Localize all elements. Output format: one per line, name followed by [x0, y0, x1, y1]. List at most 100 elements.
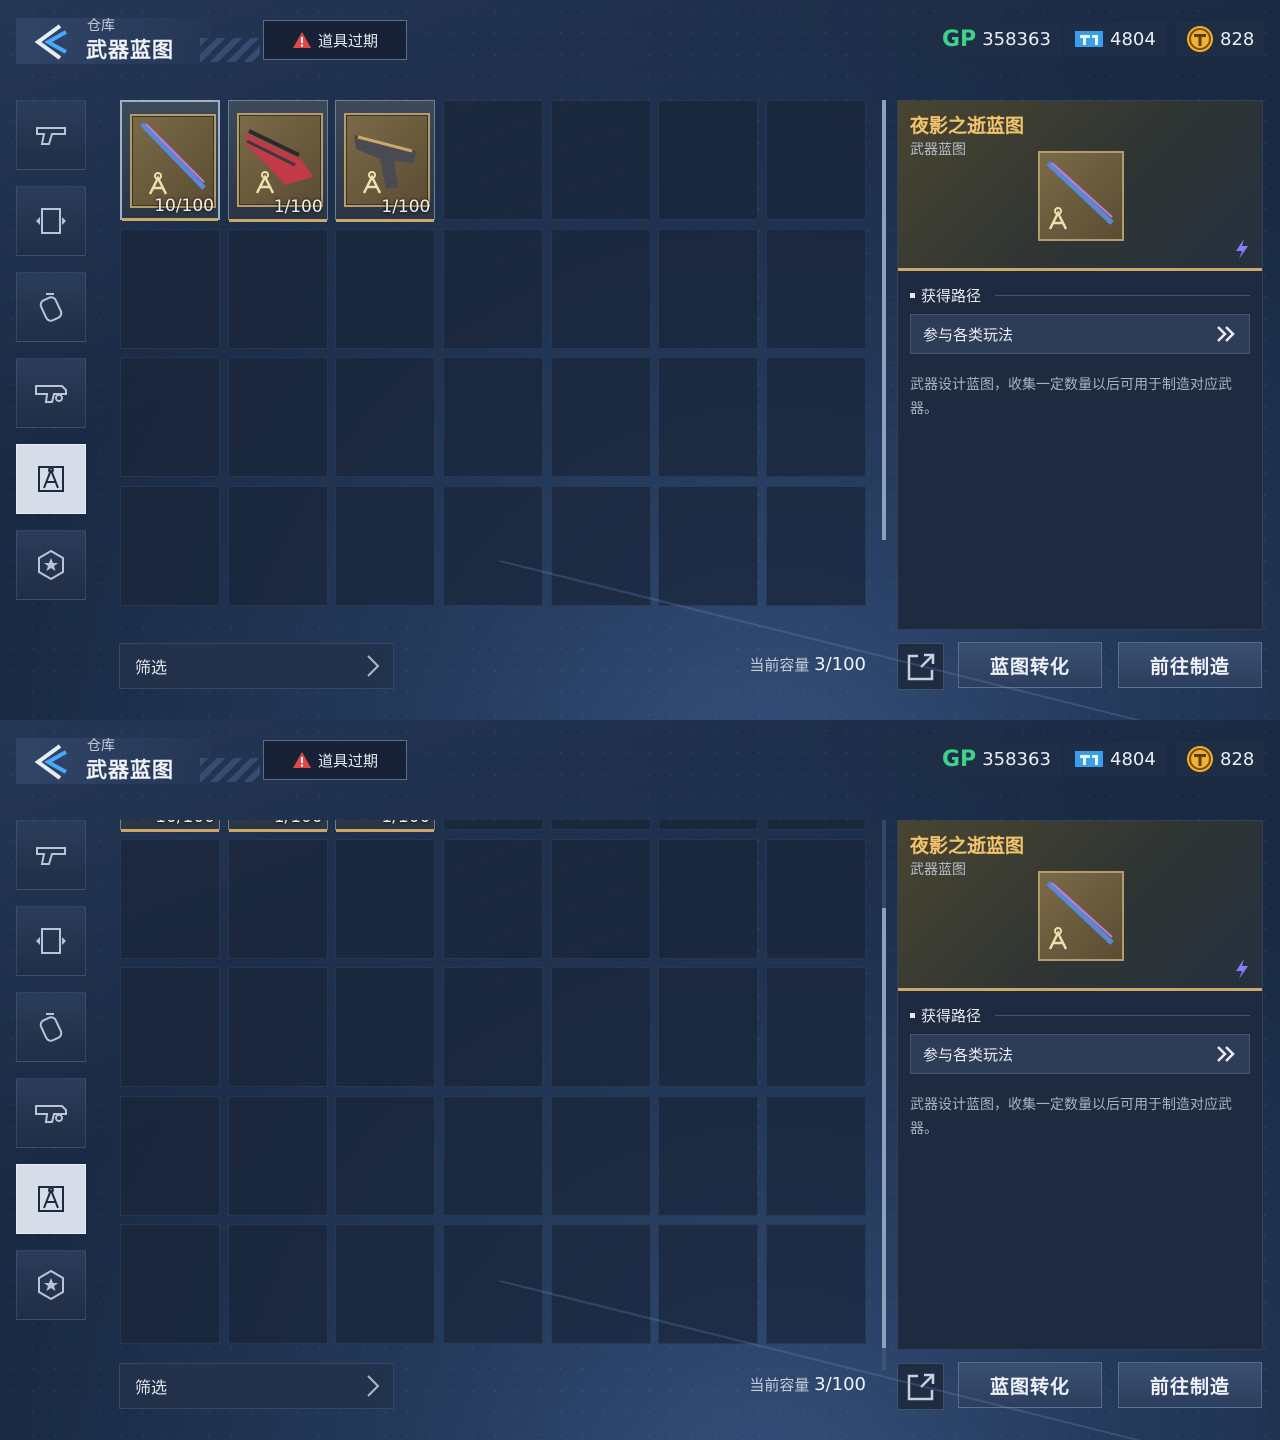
- inventory-grid-viewport[interactable]: 10/100 1/100 1/100: [120, 820, 868, 1347]
- share-button[interactable]: [897, 643, 944, 690]
- blueprint-slot[interactable]: 10/100: [120, 100, 220, 221]
- empty-slot[interactable]: [227, 1224, 328, 1344]
- blueprint-slot[interactable]: 1/100: [335, 820, 436, 832]
- empty-slot[interactable]: [227, 228, 328, 349]
- source-button[interactable]: 参与各类玩法: [910, 1034, 1250, 1074]
- empty-slot[interactable]: [335, 357, 436, 477]
- empty-slot[interactable]: [550, 1224, 651, 1344]
- empty-slot[interactable]: [766, 838, 867, 959]
- back-button[interactable]: [30, 742, 74, 782]
- empty-slot[interactable]: [120, 1095, 220, 1216]
- empty-slot[interactable]: [550, 838, 651, 959]
- share-button[interactable]: [897, 1363, 944, 1410]
- grid-scrollbar[interactable]: [882, 100, 886, 540]
- tab-pistol[interactable]: [16, 820, 86, 890]
- empty-slot[interactable]: [766, 1224, 867, 1344]
- empty-slot[interactable]: [120, 967, 220, 1087]
- empty-slot[interactable]: [766, 228, 867, 349]
- scroll-thumb[interactable]: [882, 100, 886, 540]
- filter-button[interactable]: 筛选: [119, 643, 394, 689]
- empty-slot[interactable]: [335, 228, 436, 349]
- coin-currency[interactable]: 828: [1176, 742, 1265, 776]
- empty-slot[interactable]: [658, 228, 759, 349]
- tab-grenade[interactable]: [16, 992, 86, 1062]
- empty-slot[interactable]: [766, 100, 867, 220]
- empty-slot[interactable]: [227, 1095, 328, 1216]
- empty-slot[interactable]: [443, 485, 544, 606]
- empty-slot[interactable]: [335, 838, 436, 959]
- empty-slot[interactable]: [658, 1224, 759, 1344]
- gp-currency[interactable]: GP 358363: [932, 742, 1061, 776]
- empty-slot[interactable]: [443, 228, 544, 349]
- empty-slot[interactable]: [658, 100, 759, 220]
- empty-slot[interactable]: [335, 1095, 436, 1216]
- item-expire-button[interactable]: 道具过期: [263, 740, 407, 780]
- tab-blueprint[interactable]: [16, 444, 86, 514]
- empty-slot[interactable]: [443, 357, 544, 477]
- tab-card-frame[interactable]: [16, 906, 86, 976]
- source-button[interactable]: 参与各类玩法: [910, 314, 1250, 354]
- empty-slot[interactable]: [550, 967, 651, 1087]
- tab-star-badge[interactable]: [16, 1250, 86, 1320]
- empty-slot[interactable]: [443, 820, 544, 830]
- empty-slot[interactable]: [550, 1095, 651, 1216]
- back-button[interactable]: [30, 22, 74, 62]
- empty-slot[interactable]: [766, 357, 867, 477]
- empty-slot[interactable]: [658, 485, 759, 606]
- empty-slot[interactable]: [658, 838, 759, 959]
- empty-slot[interactable]: [766, 1095, 867, 1216]
- empty-slot[interactable]: [120, 485, 220, 606]
- empty-slot[interactable]: [120, 838, 220, 959]
- tab-card-frame[interactable]: [16, 186, 86, 256]
- empty-slot[interactable]: [658, 820, 759, 830]
- empty-slot[interactable]: [120, 1224, 220, 1344]
- tab-star-badge[interactable]: [16, 530, 86, 600]
- empty-slot[interactable]: [120, 357, 220, 477]
- ticket-currency[interactable]: 4804: [1064, 22, 1166, 56]
- empty-slot[interactable]: [120, 228, 220, 349]
- empty-slot[interactable]: [227, 357, 328, 477]
- empty-slot[interactable]: [443, 1224, 544, 1344]
- inventory-grid-viewport[interactable]: 10/100 1/100 1/100: [120, 100, 868, 606]
- blueprint-slot[interactable]: 1/100: [227, 820, 328, 832]
- empty-slot[interactable]: [227, 485, 328, 606]
- empty-slot[interactable]: [443, 1095, 544, 1216]
- tab-gun-parts[interactable]: [16, 1078, 86, 1148]
- empty-slot[interactable]: [658, 967, 759, 1087]
- blueprint-slot[interactable]: 1/100: [335, 100, 436, 222]
- empty-slot[interactable]: [443, 838, 544, 959]
- convert-blueprint-button[interactable]: 蓝图转化: [958, 642, 1102, 688]
- go-craft-button[interactable]: 前往制造: [1118, 1362, 1262, 1408]
- empty-slot[interactable]: [335, 967, 436, 1087]
- empty-slot[interactable]: [658, 357, 759, 477]
- coin-currency[interactable]: 828: [1176, 22, 1265, 56]
- go-craft-button[interactable]: 前往制造: [1118, 642, 1262, 688]
- empty-slot[interactable]: [550, 485, 651, 606]
- tab-gun-parts[interactable]: [16, 358, 86, 428]
- blueprint-slot[interactable]: 10/100: [120, 820, 220, 832]
- empty-slot[interactable]: [550, 228, 651, 349]
- grid-scrollbar[interactable]: [882, 820, 886, 1370]
- empty-slot[interactable]: [227, 967, 328, 1087]
- empty-slot[interactable]: [335, 1224, 436, 1344]
- convert-blueprint-button[interactable]: 蓝图转化: [958, 1362, 1102, 1408]
- empty-slot[interactable]: [550, 100, 651, 220]
- item-expire-button[interactable]: 道具过期: [263, 20, 407, 60]
- empty-slot[interactable]: [227, 838, 328, 959]
- scroll-thumb[interactable]: [882, 908, 886, 1348]
- empty-slot[interactable]: [766, 820, 867, 830]
- ticket-currency[interactable]: 4804: [1064, 742, 1166, 776]
- empty-slot[interactable]: [443, 100, 544, 220]
- filter-button[interactable]: 筛选: [119, 1363, 394, 1409]
- empty-slot[interactable]: [443, 967, 544, 1087]
- tab-blueprint[interactable]: [16, 1164, 86, 1234]
- empty-slot[interactable]: [335, 485, 436, 606]
- tab-pistol[interactable]: [16, 100, 86, 170]
- blueprint-slot[interactable]: 1/100: [227, 100, 328, 222]
- empty-slot[interactable]: [550, 820, 651, 830]
- empty-slot[interactable]: [550, 357, 651, 477]
- tab-grenade[interactable]: [16, 272, 86, 342]
- gp-currency[interactable]: GP 358363: [932, 22, 1061, 56]
- empty-slot[interactable]: [658, 1095, 759, 1216]
- empty-slot[interactable]: [766, 967, 867, 1087]
